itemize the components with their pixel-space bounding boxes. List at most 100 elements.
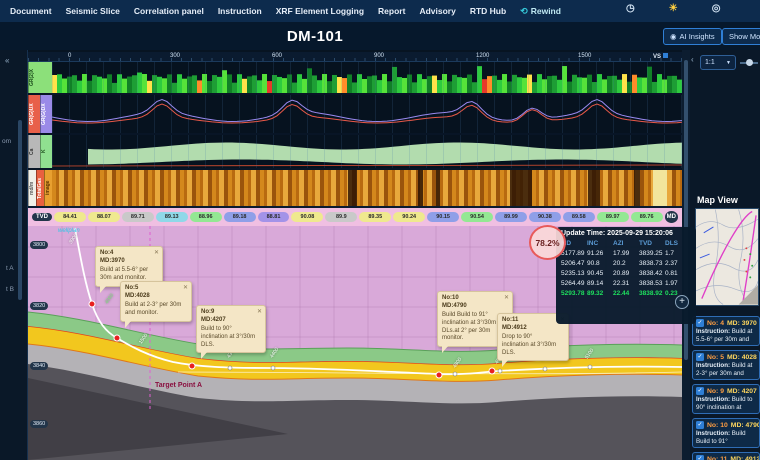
collapse-right-icon[interactable]: ‹ bbox=[691, 55, 694, 64]
tvd-pill: 88.07 bbox=[88, 212, 120, 222]
theme-sun-icon[interactable]: ☀ bbox=[669, 3, 678, 14]
track-label-grgux[interactable]: GR(G)UX bbox=[28, 95, 40, 133]
callout-md: MD:4207 bbox=[201, 317, 256, 325]
track-label-totalgas[interactable]: TotalGas bbox=[36, 170, 44, 206]
history-icon[interactable]: ◷ bbox=[626, 3, 635, 14]
add-survey-button[interactable]: + bbox=[675, 295, 689, 309]
callout-no: No:5 bbox=[125, 285, 182, 293]
map-view-title: Map View bbox=[692, 192, 760, 208]
survey-row[interactable]: 5235.1390.4520.893838.420.81 bbox=[561, 268, 691, 278]
tvd-pill: 88.81 bbox=[258, 212, 290, 222]
card-no: No: 4 bbox=[707, 320, 724, 327]
close-icon[interactable]: ✕ bbox=[257, 308, 262, 315]
gamma-curves-plot[interactable] bbox=[52, 95, 682, 133]
track-label-gr2x[interactable]: GR(2)X bbox=[28, 62, 52, 93]
instruction-callout[interactable]: No:9MD:4207Build to 90° inclination at 3… bbox=[196, 305, 266, 353]
menu-item-xrf-element-logging[interactable]: XRF Element Logging bbox=[276, 6, 364, 16]
callout-md: MD:4028 bbox=[125, 293, 182, 301]
rewind-button[interactable]: ⟲ Rewind bbox=[520, 6, 561, 17]
ca-k-plot[interactable] bbox=[52, 135, 682, 168]
depth-label: 3820 bbox=[30, 302, 48, 310]
menu-item-document[interactable]: Document bbox=[10, 6, 52, 16]
track-image-log: md/mTotalGasimage bbox=[28, 170, 682, 206]
track-label-mdm[interactable]: md/m bbox=[28, 170, 36, 206]
checkbox-checked-icon[interactable]: ✓ bbox=[696, 421, 704, 429]
vs-tick-label: 900 bbox=[374, 53, 384, 59]
zoom-slider-knob[interactable] bbox=[746, 59, 753, 66]
instruction-card[interactable]: ✓No: 4MD: 3970Instruction: Build at 5.5-… bbox=[692, 316, 760, 346]
menu-item-instruction[interactable]: Instruction bbox=[218, 6, 262, 16]
image-log-plot[interactable] bbox=[52, 170, 682, 206]
close-icon[interactable]: ✕ bbox=[504, 294, 509, 301]
close-icon[interactable]: ✕ bbox=[154, 249, 159, 256]
checkbox-checked-icon[interactable]: ✓ bbox=[696, 455, 704, 460]
ai-insights-button[interactable]: ◉ AI Insights bbox=[663, 28, 722, 45]
menu-item-report[interactable]: Report bbox=[378, 6, 405, 16]
survey-table: MDINCAZITVDDLS 5177.8991.2617.993839.251… bbox=[561, 239, 691, 298]
callout-text: Build Build to 91° inclination at 3°/30m… bbox=[442, 312, 503, 343]
menu-item-correlation-panel[interactable]: Correlation panel bbox=[134, 6, 204, 16]
rewind-icon: ⟲ bbox=[520, 6, 528, 17]
card-instruction-label: Instruction: bbox=[696, 362, 732, 369]
survey-cell: 3838.42 bbox=[639, 268, 665, 278]
survey-cell: 3839.25 bbox=[639, 248, 665, 258]
map-canvas[interactable] bbox=[695, 208, 759, 306]
tvd-pill: 89.71 bbox=[122, 212, 154, 222]
track-label-k[interactable]: K bbox=[40, 135, 52, 168]
image-streak bbox=[588, 170, 600, 206]
image-streak bbox=[348, 170, 357, 206]
depth-label: 3840 bbox=[30, 362, 48, 370]
menu-item-advisory[interactable]: Advisory bbox=[419, 6, 455, 16]
card-header: ✓No: 10MD: 4790 bbox=[696, 421, 756, 429]
survey-cell: 3838.92 bbox=[639, 288, 665, 298]
card-instruction: Instruction: Build at 5.5-6° per 30m and… bbox=[696, 328, 756, 344]
image-streak bbox=[634, 170, 640, 206]
callout-text: Build at 2-3° per 30m and monitor. bbox=[125, 302, 182, 318]
show-mode-button[interactable]: Show Mode bbox=[722, 28, 760, 45]
track-gamma-curves: GR(G)UXGR(G)DX bbox=[28, 95, 682, 135]
map-view-panel: Map View bbox=[692, 192, 760, 310]
survey-row[interactable]: 5293.7889.3222.443838.920.23 bbox=[561, 288, 691, 298]
checkbox-checked-icon[interactable]: ✓ bbox=[696, 387, 704, 395]
survey-column-header: AZI bbox=[613, 239, 639, 248]
scale-select[interactable]: 1:1 ▼ bbox=[700, 55, 736, 70]
left-scrollbar[interactable] bbox=[18, 120, 22, 300]
survey-cell: 3838.73 bbox=[639, 258, 665, 268]
menu-item-seismic-slice[interactable]: Seismic Slice bbox=[66, 6, 120, 16]
wellplan-label: wellplan bbox=[58, 228, 80, 234]
checkbox-checked-icon[interactable]: ✓ bbox=[696, 319, 704, 327]
md-strip-label[interactable]: MD bbox=[665, 211, 678, 223]
track-label-grgdx[interactable]: GR(G)DX bbox=[40, 95, 52, 133]
zoom-slider[interactable] bbox=[740, 62, 758, 64]
collapse-left-icon[interactable]: « bbox=[5, 56, 9, 65]
card-instruction: Instruction: Build Build to 91° inclinat… bbox=[696, 430, 756, 446]
vs-axis-swatch bbox=[663, 53, 668, 58]
checkbox-checked-icon[interactable]: ✓ bbox=[696, 353, 704, 361]
instruction-card[interactable]: ✓No: 9MD: 4207Instruction: Build to 90° … bbox=[692, 384, 760, 414]
close-icon[interactable]: ✕ bbox=[183, 284, 188, 291]
rewind-label: Rewind bbox=[531, 6, 561, 16]
tvd-strip-label[interactable]: TVD bbox=[32, 213, 52, 221]
gamma-spectral-plot[interactable] bbox=[52, 62, 682, 93]
callout-no: No:10 bbox=[442, 295, 503, 303]
update-time: Update Time: 2025-09-29 15:20:06 bbox=[561, 230, 691, 237]
instruction-card[interactable]: ✓No: 5MD: 4028Instruction: Build at 2-3°… bbox=[692, 350, 760, 380]
card-md: MD: 4912 bbox=[730, 456, 760, 460]
instruction-card[interactable]: ✓No: 11MD: 4912Instruction: Drop to 90° … bbox=[692, 452, 760, 460]
instruction-card[interactable]: ✓No: 10MD: 4790Instruction: Build Build … bbox=[692, 418, 760, 448]
settings-icon[interactable]: ◎ bbox=[712, 3, 721, 14]
survey-row[interactable]: 5206.4790.820.23838.732.37 bbox=[561, 258, 691, 268]
menu-item-rtd-hub[interactable]: RTD Hub bbox=[470, 6, 506, 16]
tvd-pill: 89.76 bbox=[631, 212, 663, 222]
survey-row[interactable]: 5177.8991.2617.993839.251.7 bbox=[561, 248, 691, 258]
instruction-callout[interactable]: No:5MD:4028Build at 2-3° per 30m and mon… bbox=[120, 281, 192, 322]
survey-column-header: TVD bbox=[639, 239, 665, 248]
card-header: ✓No: 11MD: 4912 bbox=[696, 455, 756, 460]
track-label-ca[interactable]: Ca bbox=[28, 135, 40, 168]
track-label-image[interactable]: image bbox=[44, 170, 52, 206]
callout-text: Build to 90° inclination at 3°/30m DLS. bbox=[201, 326, 256, 349]
tvd-pill: 90.15 bbox=[427, 212, 459, 222]
survey-cell: 90.45 bbox=[587, 268, 613, 278]
survey-cell: 22.31 bbox=[613, 278, 639, 288]
survey-row[interactable]: 5264.4989.1422.313838.531.97 bbox=[561, 278, 691, 288]
